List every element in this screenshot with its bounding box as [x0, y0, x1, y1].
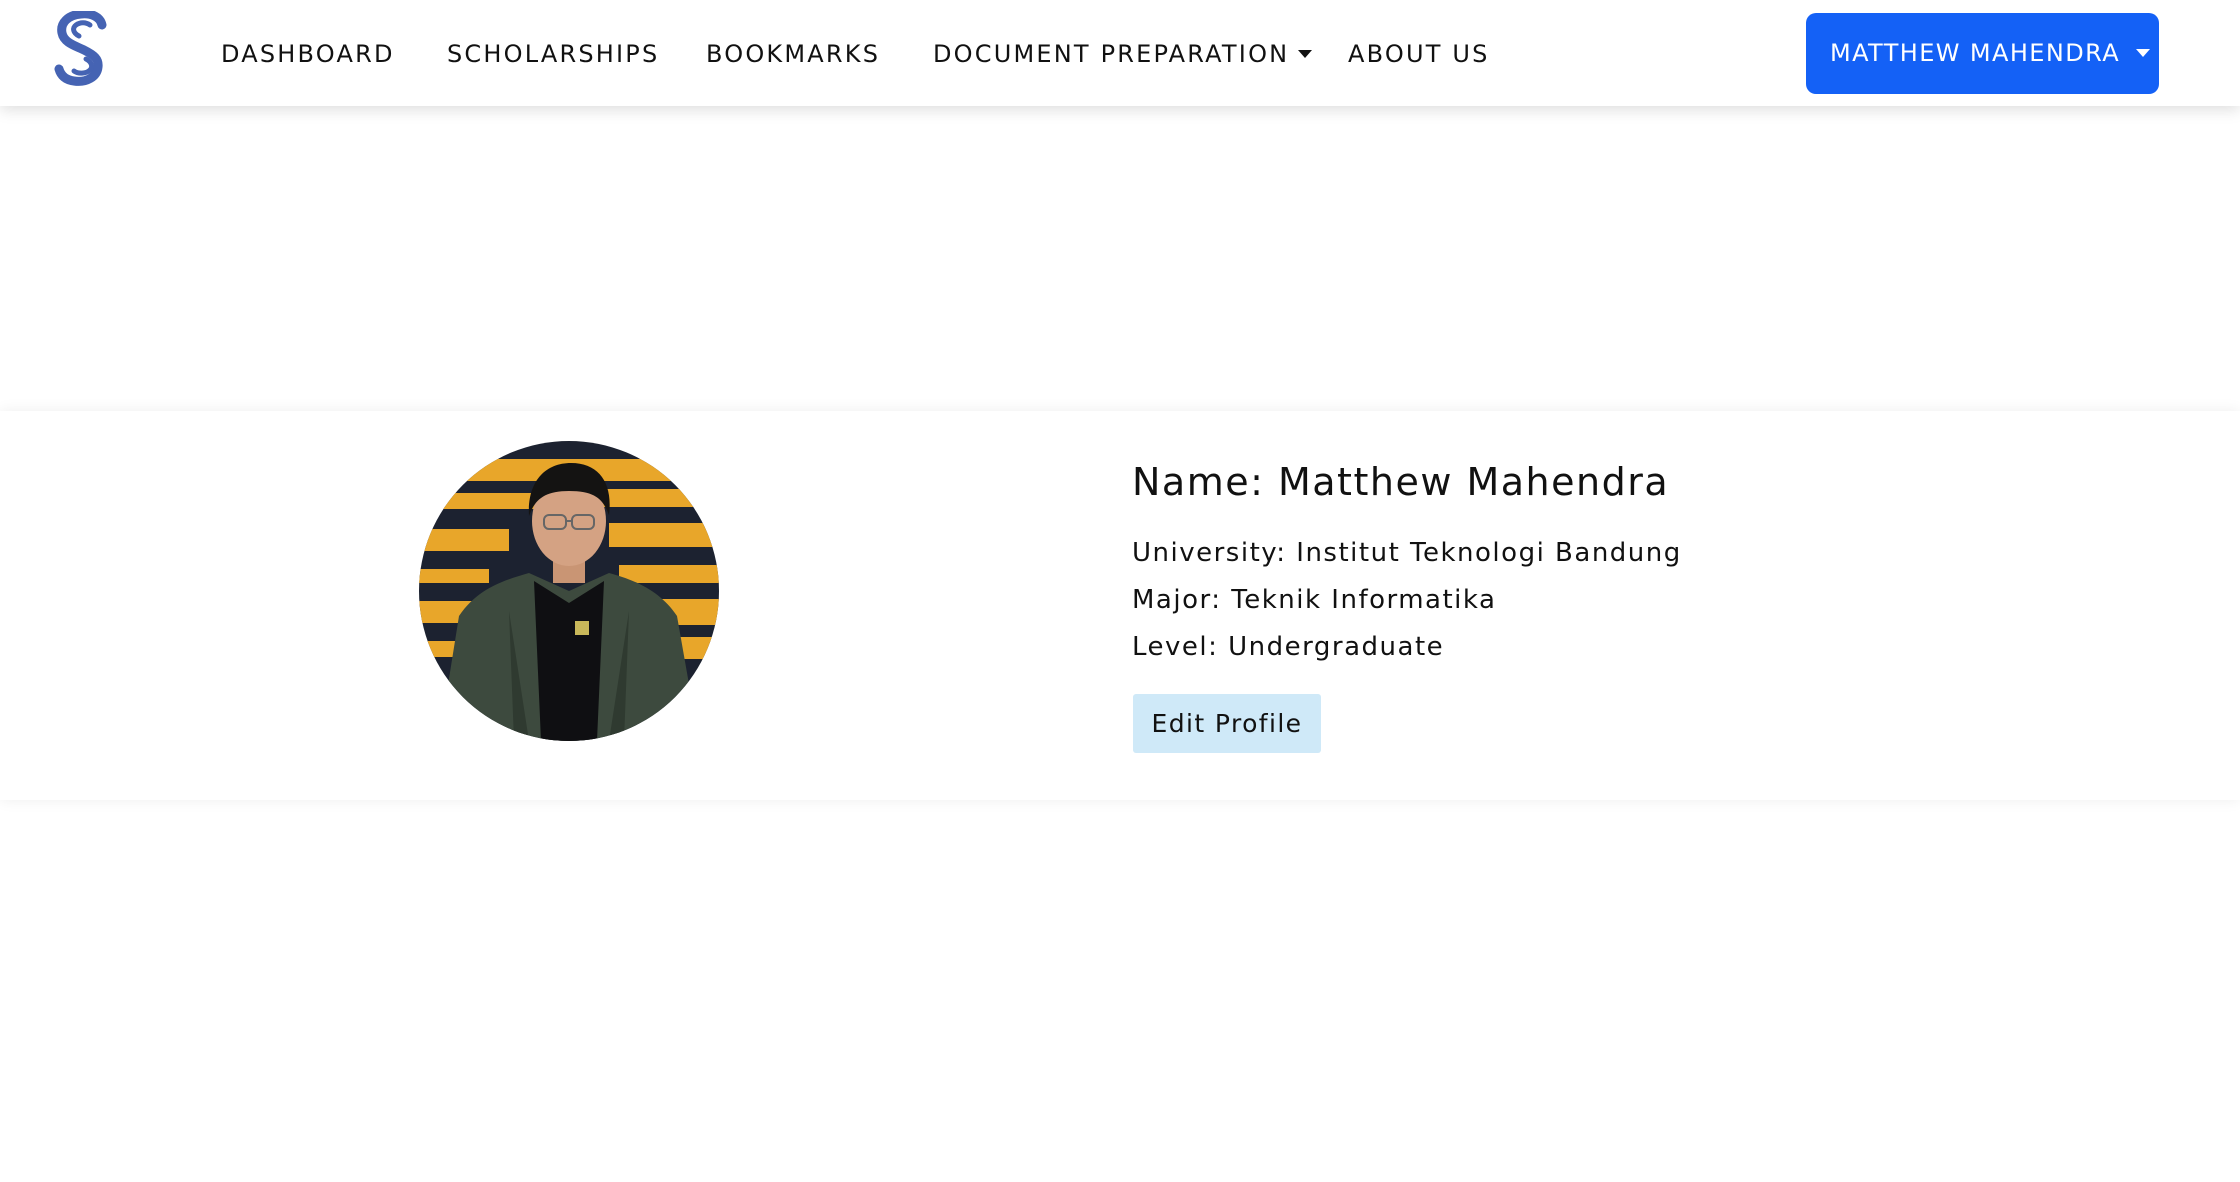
profile-university: University: Institut Teknologi Bandung — [1132, 538, 1682, 568]
profile-name: Name: Matthew Mahendra — [1132, 460, 1670, 504]
nav-document-preparation-label: DOCUMENT PREPARATION — [933, 40, 1290, 68]
profile-card — [0, 411, 2240, 800]
nav-document-preparation[interactable]: DOCUMENT PREPARATION — [933, 36, 1313, 72]
profile-level: Level: Undergraduate — [1132, 632, 1445, 662]
user-menu-label: MATTHEW MAHENDRA — [1830, 39, 2121, 67]
user-menu-button[interactable]: MATTHEW MAHENDRA — [1806, 13, 2159, 94]
avatar — [419, 441, 719, 741]
nav-bookmarks[interactable]: BOOKMARKS — [706, 36, 880, 72]
top-navbar: DASHBOARD SCHOLARSHIPS BOOKMARKS DOCUMEN… — [0, 0, 2240, 106]
caret-down-icon — [2136, 48, 2151, 57]
profile-major: Major: Teknik Informatika — [1132, 585, 1497, 615]
scholarship-logo-icon[interactable] — [54, 9, 110, 87]
nav-dashboard[interactable]: DASHBOARD — [221, 36, 395, 72]
nav-scholarships[interactable]: SCHOLARSHIPS — [447, 36, 659, 72]
edit-profile-button[interactable]: Edit Profile — [1133, 694, 1321, 753]
caret-down-icon — [1298, 49, 1313, 58]
nav-about-us[interactable]: ABOUT US — [1348, 36, 1490, 72]
